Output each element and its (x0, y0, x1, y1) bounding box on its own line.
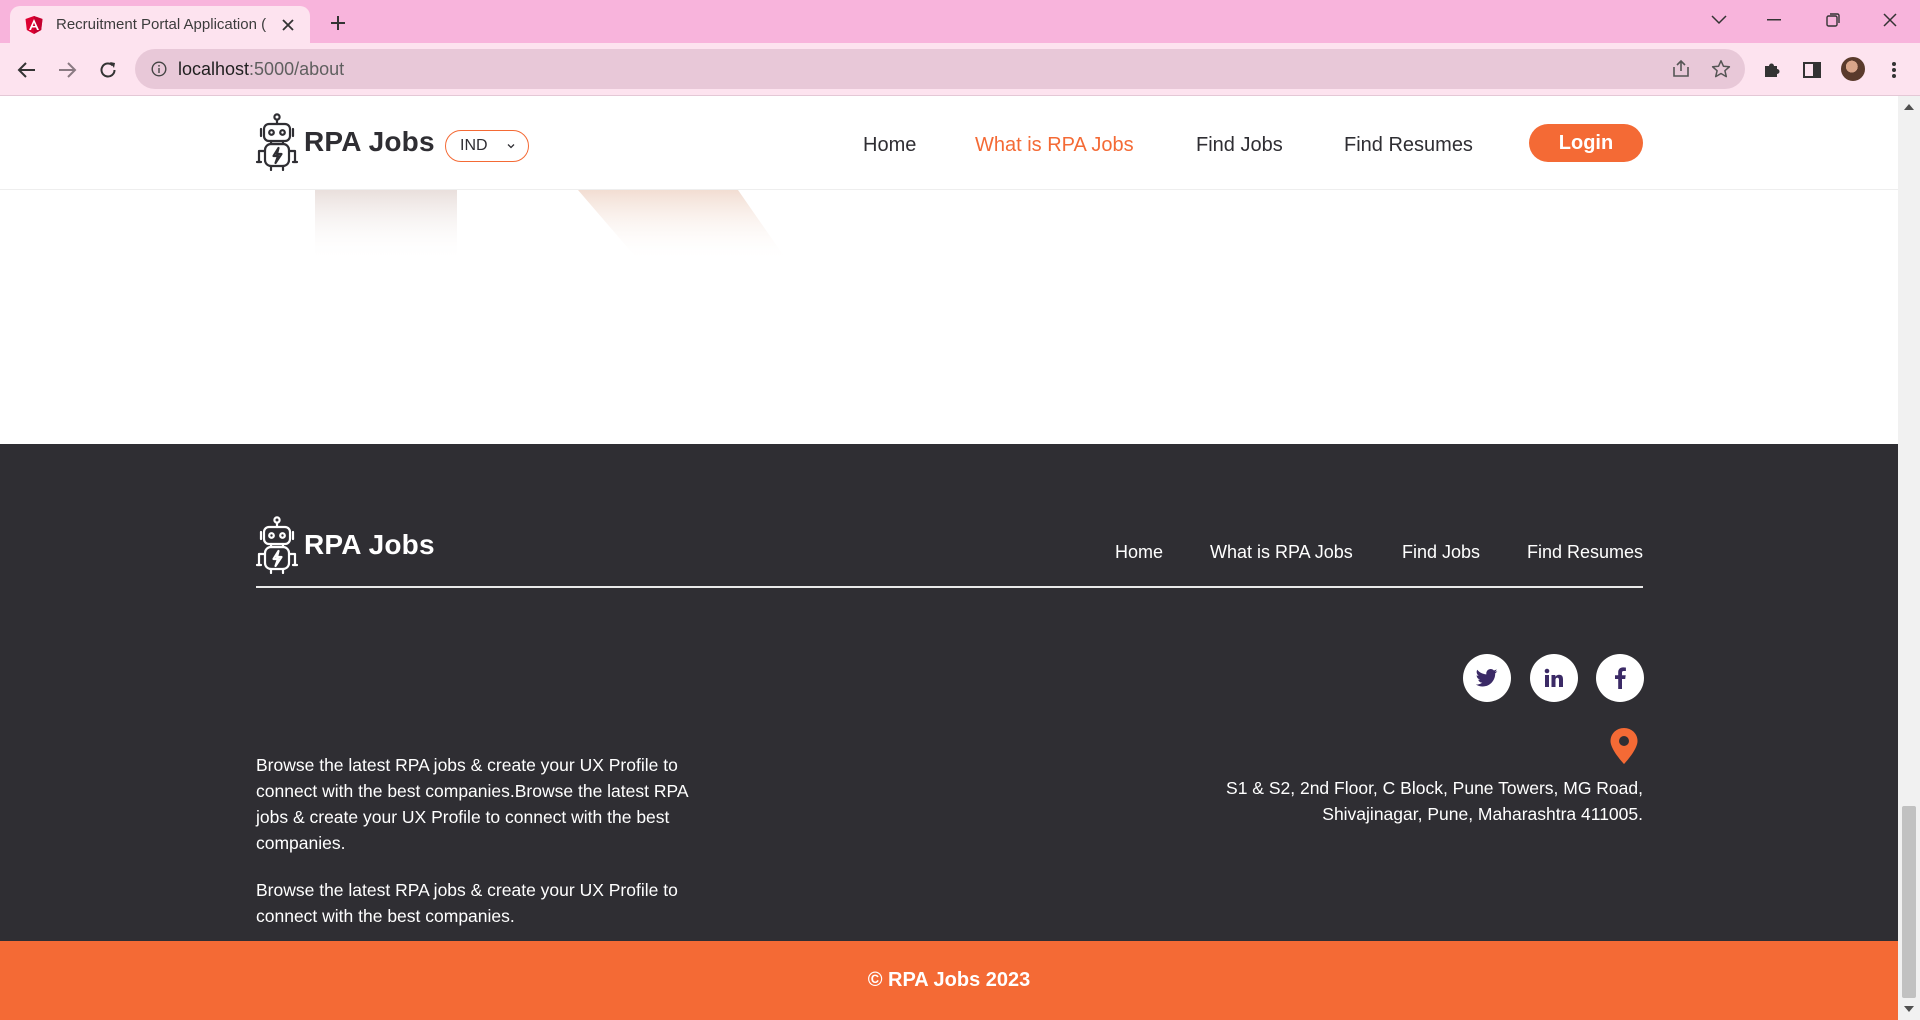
browser-tab-strip: Recruitment Portal Application ( (0, 0, 1920, 43)
chevron-down-icon[interactable] (1699, 5, 1739, 35)
url-host: localhost (178, 59, 250, 79)
address-line-1: S1 & S2, 2nd Floor, C Block, Pune Towers… (1226, 778, 1643, 798)
extensions-icon[interactable] (1757, 55, 1787, 85)
close-icon[interactable] (278, 15, 298, 35)
footer-description-1: Browse the latest RPA jobs & create your… (256, 755, 688, 853)
share-icon[interactable] (1669, 57, 1693, 81)
kebab-menu-icon[interactable] (1879, 55, 1909, 85)
info-icon[interactable] (149, 59, 169, 79)
close-window-icon[interactable] (1870, 5, 1910, 35)
profile-avatar[interactable] (1839, 55, 1867, 83)
footer-description-2: Browse the latest RPA jobs & create your… (256, 880, 678, 926)
tab-title: Recruitment Portal Application ( (56, 16, 267, 33)
country-value: IND (460, 137, 488, 154)
reload-icon[interactable] (93, 55, 123, 85)
login-button[interactable]: Login (1529, 124, 1643, 162)
footer-nav-find-resumes[interactable]: Find Resumes (1527, 542, 1643, 563)
location-pin-icon (1610, 728, 1638, 764)
country-select[interactable]: IND (445, 130, 529, 162)
url-path: :5000/about (249, 59, 345, 79)
browser-tab[interactable]: Recruitment Portal Application ( (10, 6, 310, 43)
browser-toolbar: localhost:5000/about (0, 43, 1920, 96)
footer-address: S1 & S2, 2nd Floor, C Block, Pune Towers… (1226, 775, 1643, 827)
plus-icon[interactable] (324, 9, 352, 37)
linkedin-icon[interactable] (1530, 654, 1578, 702)
robot-logo-icon (255, 516, 299, 574)
page-viewport: RPA Jobs IND Home What is RPA Jobs Find … (0, 96, 1898, 1020)
side-panel-icon[interactable] (1797, 55, 1827, 85)
back-arrow-icon[interactable] (12, 55, 42, 85)
footer-nav-home[interactable]: Home (1115, 542, 1163, 563)
star-icon[interactable] (1709, 57, 1733, 81)
hero-image-fade (315, 190, 788, 262)
site-header: RPA Jobs IND Home What is RPA Jobs Find … (0, 96, 1898, 190)
url-text: localhost:5000/about (178, 49, 344, 89)
copyright-bar: © RPA Jobs 2023 (0, 941, 1898, 1020)
nav-find-resumes[interactable]: Find Resumes (1344, 130, 1473, 160)
minimize-icon[interactable] (1754, 5, 1794, 35)
facebook-icon[interactable] (1596, 654, 1644, 702)
nav-find-jobs[interactable]: Find Jobs (1196, 130, 1283, 160)
copyright-text: © RPA Jobs 2023 (867, 969, 1031, 991)
scroll-down-arrow-icon[interactable] (1904, 1006, 1914, 1012)
forward-arrow-icon[interactable] (52, 55, 82, 85)
restore-icon[interactable] (1813, 5, 1853, 35)
footer-nav-find-jobs[interactable]: Find Jobs (1402, 542, 1480, 563)
footer-brand-name: RPA Jobs (304, 529, 435, 560)
scroll-up-arrow-icon[interactable] (1904, 104, 1914, 110)
nav-what-is-rpa-jobs[interactable]: What is RPA Jobs (975, 130, 1134, 160)
scrollbar-thumb[interactable] (1902, 806, 1916, 998)
chevron-down-icon (507, 144, 515, 149)
footer-brand-logo[interactable]: RPA Jobs (254, 516, 435, 574)
page-scrollbar[interactable] (1898, 96, 1920, 1020)
brand-logo[interactable]: RPA Jobs (254, 113, 435, 171)
robot-logo-icon (255, 113, 299, 171)
twitter-icon[interactable] (1463, 654, 1511, 702)
footer-divider (256, 586, 1643, 588)
footer-nav-what-is-rpa-jobs[interactable]: What is RPA Jobs (1210, 542, 1353, 563)
address-line-2: Shivajinagar, Pune, Maharashtra 411005. (1322, 804, 1643, 824)
site-footer: RPA Jobs Home What is RPA Jobs Find Jobs… (0, 444, 1898, 941)
brand-name: RPA Jobs (304, 126, 435, 157)
angular-favicon (24, 15, 44, 35)
nav-home[interactable]: Home (863, 130, 916, 160)
address-bar[interactable]: localhost:5000/about (135, 49, 1745, 89)
